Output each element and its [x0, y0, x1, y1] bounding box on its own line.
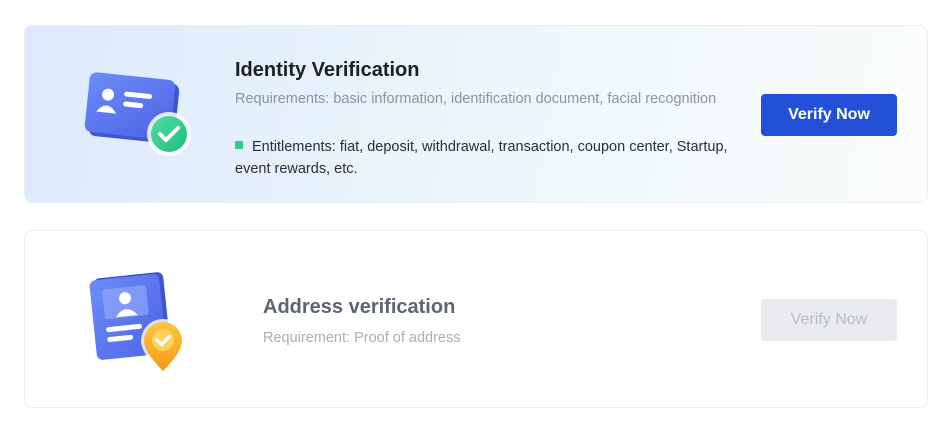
identity-requirements-text: Requirements: basic information, identif… — [235, 91, 717, 107]
identity-verify-now-button[interactable]: Verify Now — [761, 94, 897, 136]
green-bullet-icon — [235, 141, 243, 149]
address-verify-now-button[interactable]: Verify Now — [761, 299, 897, 341]
identity-verification-title: Identity Verification — [235, 59, 420, 81]
identity-entitlements-text: Entitlements: fiat, deposit, withdrawal,… — [235, 139, 728, 177]
address-verification-title: Address verification — [263, 296, 456, 318]
identity-entitlements: Entitlements: fiat, deposit, withdrawal,… — [235, 136, 735, 180]
identity-verification-card: Identity Verification Requirements: basi… — [24, 25, 928, 203]
id-card-check-icon — [81, 70, 199, 162]
address-requirements-text: Requirement: Proof of address — [263, 330, 461, 346]
address-document-pin-icon — [83, 267, 195, 379]
address-verification-card: Address verification Requirement: Proof … — [24, 230, 928, 408]
